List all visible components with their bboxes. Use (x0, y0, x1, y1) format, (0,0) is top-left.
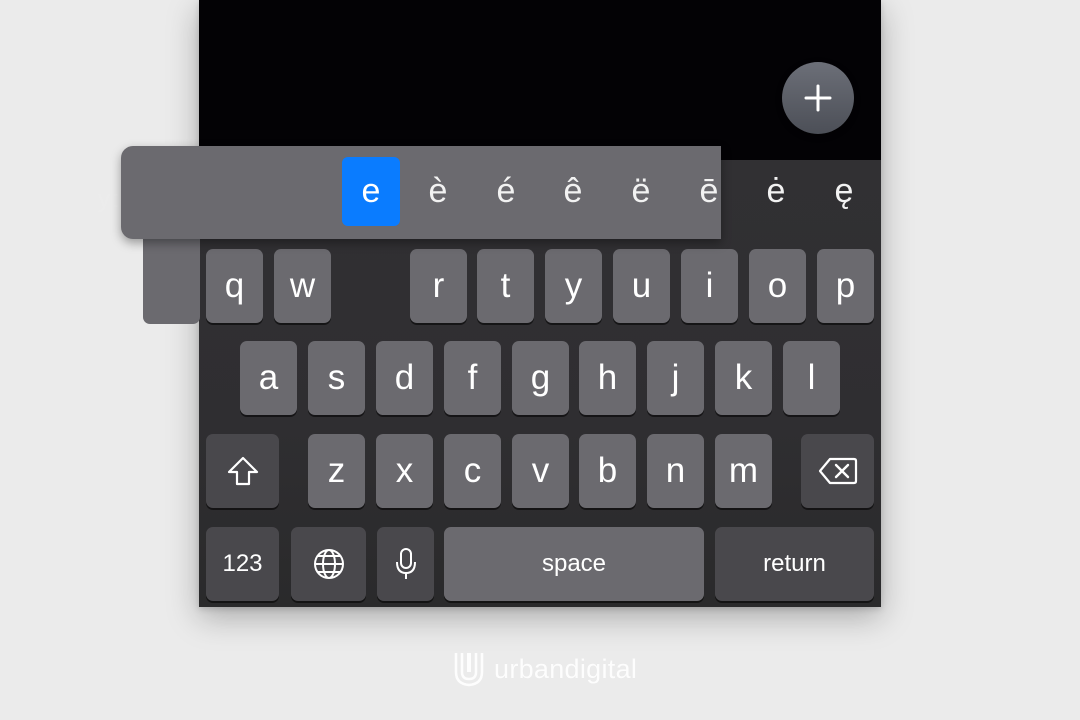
accent-option-e-macron[interactable]: ē (680, 157, 738, 226)
delete-key[interactable] (801, 434, 874, 508)
microphone-icon (394, 547, 418, 581)
return-key[interactable]: return (715, 527, 874, 601)
key-p[interactable]: p (817, 249, 874, 323)
globe-icon (312, 547, 346, 581)
key-v[interactable]: v (512, 434, 569, 508)
accent-option-e[interactable]: e (342, 157, 400, 226)
key-e-pressed[interactable] (143, 238, 200, 324)
space-key[interactable]: space (444, 527, 704, 601)
key-w[interactable]: w (274, 249, 331, 323)
key-l[interactable]: l (783, 341, 840, 415)
key-t[interactable]: t (477, 249, 534, 323)
numbers-key[interactable]: 123 (206, 527, 279, 601)
accent-option-e-ogonek[interactable]: ę (815, 157, 873, 226)
key-r[interactable]: r (410, 249, 467, 323)
app-content-area (199, 0, 881, 160)
shift-icon (226, 455, 260, 487)
key-f[interactable]: f (444, 341, 501, 415)
add-button[interactable] (782, 62, 854, 134)
plus-icon (804, 84, 832, 112)
key-g[interactable]: g (512, 341, 569, 415)
key-d[interactable]: d (376, 341, 433, 415)
key-o[interactable]: o (749, 249, 806, 323)
key-q[interactable]: q (206, 249, 263, 323)
key-j[interactable]: j (647, 341, 704, 415)
brand-name: urbandigital (494, 653, 638, 684)
accent-option-e-diaeresis[interactable]: ë (612, 157, 670, 226)
accent-option-e-dot[interactable]: ė (747, 157, 805, 226)
key-h[interactable]: h (579, 341, 636, 415)
key-b[interactable]: b (579, 434, 636, 508)
accent-option-e-circumflex[interactable]: ê (544, 157, 602, 226)
key-z[interactable]: z (308, 434, 365, 508)
accent-option-e-grave[interactable]: è (409, 157, 467, 226)
key-k[interactable]: k (715, 341, 772, 415)
key-i[interactable]: i (681, 249, 738, 323)
globe-key[interactable] (291, 527, 366, 601)
key-s[interactable]: s (308, 341, 365, 415)
key-n[interactable]: n (647, 434, 704, 508)
backspace-icon (818, 457, 858, 485)
brand-watermark: urbandigital (452, 650, 637, 688)
urbandigital-logo (452, 650, 486, 688)
accent-option-e-acute[interactable]: é (477, 157, 535, 226)
shift-key[interactable] (206, 434, 279, 508)
key-u[interactable]: u (613, 249, 670, 323)
key-y[interactable]: y (545, 249, 602, 323)
dictation-key[interactable] (377, 527, 434, 601)
suggestion-text[interactable]: yo (98, 186, 123, 214)
key-x[interactable]: x (376, 434, 433, 508)
key-m[interactable]: m (715, 434, 772, 508)
key-a[interactable]: a (240, 341, 297, 415)
key-c[interactable]: c (444, 434, 501, 508)
